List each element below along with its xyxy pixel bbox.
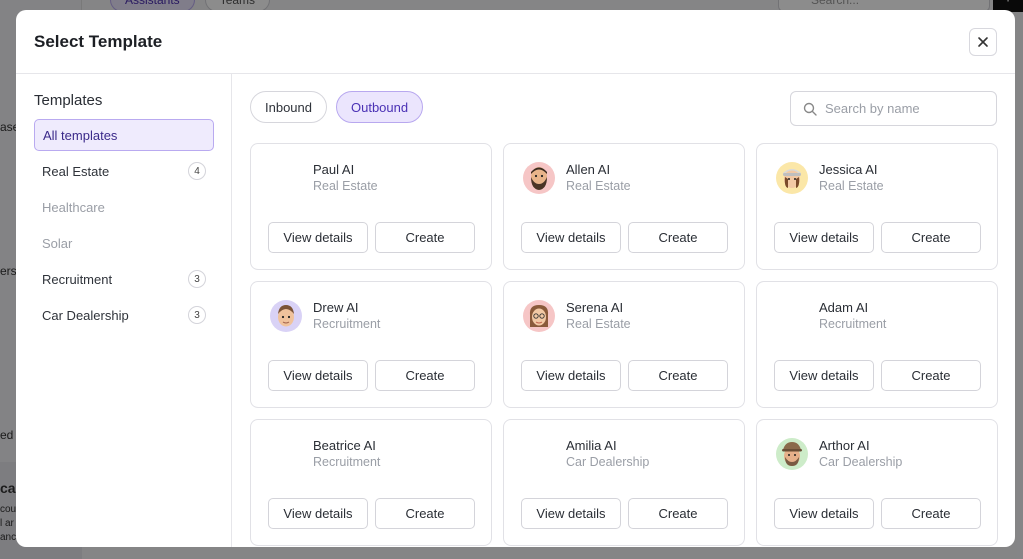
template-name: Drew AI [313, 300, 359, 315]
template-card: Beatrice AI Recruitment View details Cre… [250, 419, 492, 546]
view-details-button[interactable]: View details [268, 498, 368, 529]
create-button[interactable]: Create [881, 360, 981, 391]
select-template-modal: Select Template Templates All templates … [16, 10, 1015, 547]
category-real-estate[interactable]: Real Estate 4 [34, 155, 214, 187]
template-actions: View details Create [521, 222, 728, 253]
category-car-dealership[interactable]: Car Dealership 3 [34, 299, 214, 331]
template-card: Allen AI Real Estate View details Create [503, 143, 745, 270]
template-grid: Paul AI Real Estate View details Create … [250, 143, 998, 546]
sidebar-title: Templates [34, 92, 103, 109]
template-category: Real Estate [566, 179, 631, 193]
template-actions: View details Create [268, 360, 475, 391]
man-avatar [270, 300, 302, 332]
template-actions: View details Create [521, 498, 728, 529]
filter-inbound[interactable]: Inbound [250, 91, 327, 123]
template-card: Arthor AI Car Dealership View details Cr… [756, 419, 998, 546]
view-details-button[interactable]: View details [268, 360, 368, 391]
create-button[interactable]: Create [375, 498, 475, 529]
template-category: Recruitment [313, 317, 381, 331]
template-category: Car Dealership [566, 455, 650, 469]
search-icon [803, 102, 817, 116]
category-count-badge: 3 [188, 306, 206, 324]
woman-glasses-avatar [523, 300, 555, 332]
template-actions: View details Create [774, 498, 981, 529]
filter-outbound[interactable]: Outbound [336, 91, 424, 123]
template-category: Car Dealership [819, 455, 903, 469]
category-count-badge: 4 [188, 162, 206, 180]
template-name: Paul AI [313, 162, 355, 177]
create-button[interactable]: Create [628, 222, 728, 253]
bearded-man-avatar [523, 162, 555, 194]
template-name: Arthor AI [819, 438, 870, 453]
create-button[interactable]: Create [375, 360, 475, 391]
templates-main: Inbound Outbound Paul AI Real Estate Vie… [232, 74, 1015, 547]
category-label: Solar [42, 235, 73, 251]
modal-header: Select Template [16, 10, 1015, 74]
category-count-badge: 3 [188, 270, 206, 288]
template-card: Paul AI Real Estate View details Create [250, 143, 492, 270]
close-button[interactable] [969, 28, 997, 56]
search-box[interactable] [790, 91, 997, 126]
modal-body: Templates All templates Real Estate 4 He… [16, 74, 1015, 547]
view-details-button[interactable]: View details [774, 360, 874, 391]
modal-title: Select Template [34, 32, 163, 51]
template-name: Adam AI [819, 300, 869, 315]
create-button[interactable]: Create [628, 360, 728, 391]
template-name: Serena AI [566, 300, 624, 315]
view-details-button[interactable]: View details [774, 222, 874, 253]
create-button[interactable]: Create [628, 498, 728, 529]
category-recruitment[interactable]: Recruitment 3 [34, 263, 214, 295]
template-card: Amilia AI Car Dealership View details Cr… [503, 419, 745, 546]
view-details-button[interactable]: View details [521, 222, 621, 253]
create-button[interactable]: Create [881, 498, 981, 529]
search-input[interactable] [825, 101, 985, 116]
template-category: Real Estate [819, 179, 884, 193]
category-label: Healthcare [42, 199, 105, 215]
category-healthcare[interactable]: Healthcare [34, 191, 214, 223]
template-actions: View details Create [521, 360, 728, 391]
category-all-templates[interactable]: All templates [34, 119, 214, 151]
category-label: Recruitment [42, 271, 113, 287]
view-details-button[interactable]: View details [268, 222, 368, 253]
category-label: All templates [43, 127, 118, 143]
close-icon [978, 37, 988, 47]
template-name: Amilia AI [566, 438, 617, 453]
template-category: Recruitment [313, 455, 381, 469]
template-actions: View details Create [268, 498, 475, 529]
template-actions: View details Create [774, 360, 981, 391]
template-card: Drew AI Recruitment View details Create [250, 281, 492, 408]
template-name: Allen AI [566, 162, 611, 177]
view-details-button[interactable]: View details [521, 360, 621, 391]
templates-sidebar: Templates All templates Real Estate 4 He… [16, 74, 232, 547]
woman-cap-avatar [776, 162, 808, 194]
template-actions: View details Create [268, 222, 475, 253]
template-name: Beatrice AI [313, 438, 376, 453]
view-details-button[interactable]: View details [774, 498, 874, 529]
create-button[interactable]: Create [375, 222, 475, 253]
category-label: Real Estate [42, 163, 110, 179]
template-category: Recruitment [819, 317, 887, 331]
template-actions: View details Create [774, 222, 981, 253]
template-category: Real Estate [313, 179, 378, 193]
category-solar[interactable]: Solar [34, 227, 214, 259]
category-label: Car Dealership [42, 307, 129, 323]
create-button[interactable]: Create [881, 222, 981, 253]
template-card: Serena AI Real Estate View details Creat… [503, 281, 745, 408]
man-hat-avatar [776, 438, 808, 470]
template-card: Adam AI Recruitment View details Create [756, 281, 998, 408]
view-details-button[interactable]: View details [521, 498, 621, 529]
template-card: Jessica AI Real Estate View details Crea… [756, 143, 998, 270]
template-category: Real Estate [566, 317, 631, 331]
template-name: Jessica AI [819, 162, 878, 177]
